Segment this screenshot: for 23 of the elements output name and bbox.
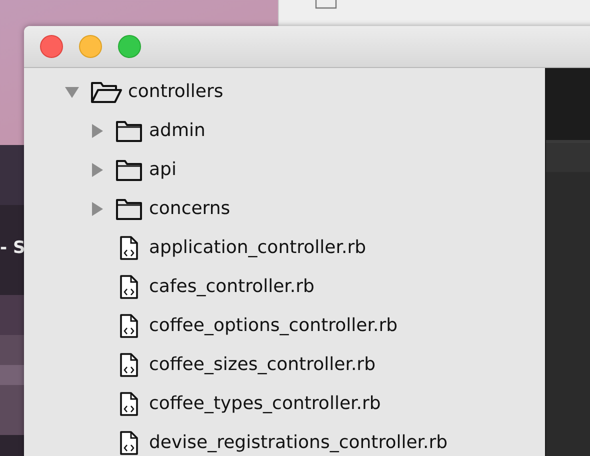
expand-triangle-icon[interactable] <box>90 124 104 138</box>
expand-triangle-icon[interactable] <box>90 202 104 216</box>
document-icon <box>315 0 337 9</box>
file-name[interactable]: coffee_sizes_controller.rb <box>149 354 376 375</box>
folder-icon <box>115 196 143 220</box>
folder-name[interactable]: controllers <box>128 81 224 102</box>
file-name[interactable]: coffee_types_controller.rb <box>149 393 381 414</box>
open-folder-icon <box>90 80 122 104</box>
file-name[interactable]: application_controller.rb <box>149 237 366 258</box>
folder-icon <box>115 118 143 142</box>
folder-icon <box>115 158 143 182</box>
zoom-button[interactable] <box>118 35 141 58</box>
file-name[interactable]: coffee_options_controller.rb <box>149 315 398 336</box>
close-button[interactable] <box>40 35 63 58</box>
folder-name[interactable]: api <box>149 159 176 180</box>
collapse-triangle-icon[interactable] <box>65 84 79 98</box>
expand-triangle-icon[interactable] <box>90 162 104 176</box>
folder-name[interactable]: concerns <box>149 198 230 219</box>
file-name[interactable]: devise_registrations_controller.rb <box>149 432 448 453</box>
minimize-button[interactable] <box>79 35 102 58</box>
file-name[interactable]: cafes_controller.rb <box>149 276 314 297</box>
page-heading: - S <box>0 238 26 258</box>
folder-name[interactable]: admin <box>149 120 206 141</box>
